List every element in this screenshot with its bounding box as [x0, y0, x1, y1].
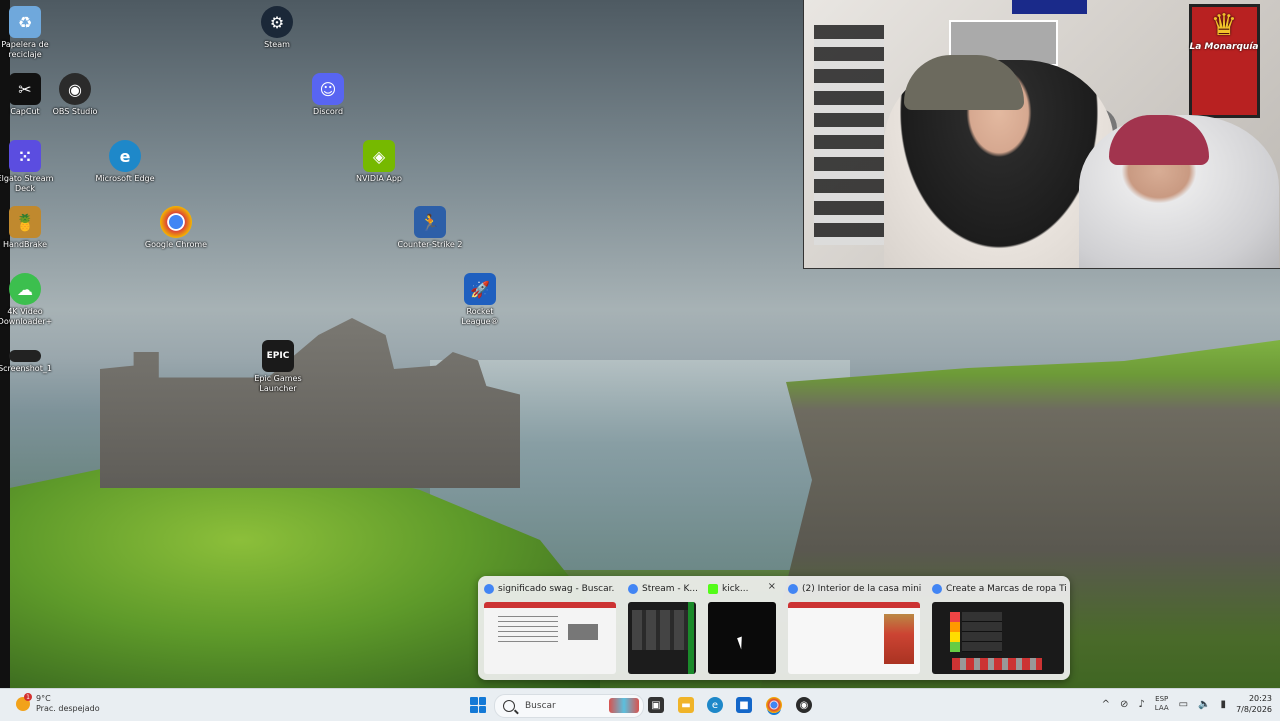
preview-title: significado swag - Buscar...	[484, 582, 614, 596]
preview-window-4[interactable]: (2) Interior de la casa mini...	[782, 576, 924, 680]
desktop-icon-obs-studio[interactable]: ◉ OBS Studio	[42, 73, 108, 117]
search-placeholder: Buscar	[525, 701, 556, 711]
clock-date: 7/8/2026	[1236, 705, 1272, 714]
desktop-icon-4k-video[interactable]: ☁ 4K Video Downloader+	[0, 273, 58, 327]
la-monarquia-logo: ♛ La Monarquía	[1189, 8, 1259, 53]
desktop-icon-screenshot[interactable]: Screenshot_1	[0, 350, 58, 374]
desktop-icon-edge[interactable]: e Microsoft Edge	[92, 140, 158, 184]
preview-title: (2) Interior de la casa mini...	[788, 582, 922, 596]
battery-icon[interactable]: ▮	[1221, 699, 1227, 710]
desktop-icon-recycle-bin[interactable]: ♻ Papelera de reciclaje	[0, 6, 58, 60]
weather-sun-icon: 1	[16, 693, 32, 711]
start-button[interactable]	[470, 697, 486, 713]
google-chrome-icon	[160, 206, 192, 238]
language-indicator[interactable]: ESP LAA	[1155, 695, 1169, 713]
preview-title: kick...	[708, 582, 760, 596]
chrome-favicon-icon	[484, 584, 494, 594]
chrome-favicon-icon	[628, 584, 638, 594]
preview-window-1[interactable]: significado swag - Buscar...	[478, 576, 620, 680]
preview-window-2[interactable]: Stream - K...	[622, 576, 700, 680]
webcam-overlay: ♛ La Monarquía	[803, 0, 1280, 269]
volume-icon[interactable]: 🔈	[1198, 699, 1210, 710]
obs-taskbar-icon[interactable]: ◉	[796, 697, 812, 713]
chevron-up-icon[interactable]: ^	[1102, 699, 1110, 710]
chrome-favicon-icon	[788, 584, 798, 594]
network-off-icon[interactable]: ⊘	[1120, 699, 1128, 710]
taskbar: 1 9°C Prac. despejado Buscar ▣ ▬ e ■ ◉ ^…	[0, 688, 1280, 721]
desktop-icon-chrome[interactable]: Google Chrome	[143, 206, 209, 250]
preview-thumbnail	[788, 602, 920, 674]
task-view-icon[interactable]: ▣	[648, 697, 664, 713]
desktop-icon-epic-games[interactable]: EPIC Epic Games Launcher	[245, 340, 311, 394]
obs-studio-icon: ◉	[59, 73, 91, 105]
weather-widget[interactable]: 1 9°C Prac. despejado	[16, 693, 100, 714]
taskbar-search[interactable]: Buscar	[494, 694, 644, 718]
preview-title: Create a Marcas de ropa Ti...	[932, 582, 1066, 596]
clock-time: 20:23	[1248, 694, 1272, 703]
chrome-taskbar-icon[interactable]	[766, 697, 782, 713]
preview-thumbnail	[932, 602, 1064, 674]
store-taskbar-icon[interactable]: ■	[736, 697, 752, 713]
close-icon[interactable]: ×	[768, 581, 776, 592]
nvidia-app-icon: ◈	[363, 140, 395, 172]
file-explorer-icon[interactable]: ▬	[678, 697, 694, 713]
weather-description: Prac. despejado	[36, 704, 100, 713]
recycle-bin-icon: ♻	[9, 6, 41, 38]
steam-icon: ⚙	[261, 6, 293, 38]
search-icon	[503, 700, 515, 712]
search-highlight-icon	[609, 698, 639, 713]
crown-icon: ♛	[1210, 8, 1238, 43]
wall-sign	[1012, 0, 1087, 14]
counter-strike-2-icon: 🏃	[414, 206, 446, 238]
preview-window-3[interactable]: kick... ×	[702, 576, 780, 680]
microphone-icon[interactable]: ♪	[1138, 699, 1144, 710]
desktop-icon-elgato[interactable]: ⁙ Elgato Stream Deck	[0, 140, 58, 194]
discord-icon: ☺	[312, 73, 344, 105]
desktop-icon-steam[interactable]: ⚙ Steam	[244, 6, 310, 50]
elgato-stream-deck-icon: ⁙	[9, 140, 41, 172]
kick-favicon-icon	[708, 584, 718, 594]
screenshot-file-icon	[9, 350, 41, 362]
system-tray: ^ ⊘ ♪ ESP LAA ▭ 🔈 ▮ 20:23 7/8/2026	[1102, 693, 1272, 715]
weather-temperature: 9°C	[36, 694, 51, 703]
epic-games-launcher-icon: EPIC	[262, 340, 294, 372]
clock[interactable]: 20:23 7/8/2026	[1236, 693, 1272, 715]
preview-title: Stream - K...	[628, 582, 700, 596]
rocket-league-icon: 🚀	[464, 273, 496, 305]
chrome-favicon-icon	[932, 584, 942, 594]
notification-badge: 1	[24, 693, 32, 701]
capcut-icon: ✂	[9, 73, 41, 105]
display-icon[interactable]: ▭	[1179, 699, 1188, 710]
preview-thumbnail	[628, 602, 696, 674]
edge-taskbar-icon[interactable]: e	[707, 697, 723, 713]
taskbar-window-previews: significado swag - Buscar... Stream - K.…	[478, 576, 1070, 680]
desktop-icon-nvidia[interactable]: ◈ NVIDIA App	[346, 140, 412, 184]
desktop-icon-discord[interactable]: ☺ Discord	[295, 73, 361, 117]
microsoft-edge-icon: e	[109, 140, 141, 172]
4k-video-downloader-icon: ☁	[9, 273, 41, 305]
windows-logo-icon	[470, 697, 478, 705]
handbrake-icon: 🍍	[9, 206, 41, 238]
preview-thumbnail	[484, 602, 616, 674]
desktop-icon-counter-strike-2[interactable]: 🏃 Counter-Strike 2	[397, 206, 463, 250]
preview-window-5[interactable]: Create a Marcas de ropa Ti...	[926, 576, 1068, 680]
shoe-rack	[814, 25, 884, 245]
desktop-icon-handbrake[interactable]: 🍍 HandBrake	[0, 206, 58, 250]
desktop-icon-rocket-league[interactable]: 🚀 Rocket League®	[447, 273, 513, 327]
